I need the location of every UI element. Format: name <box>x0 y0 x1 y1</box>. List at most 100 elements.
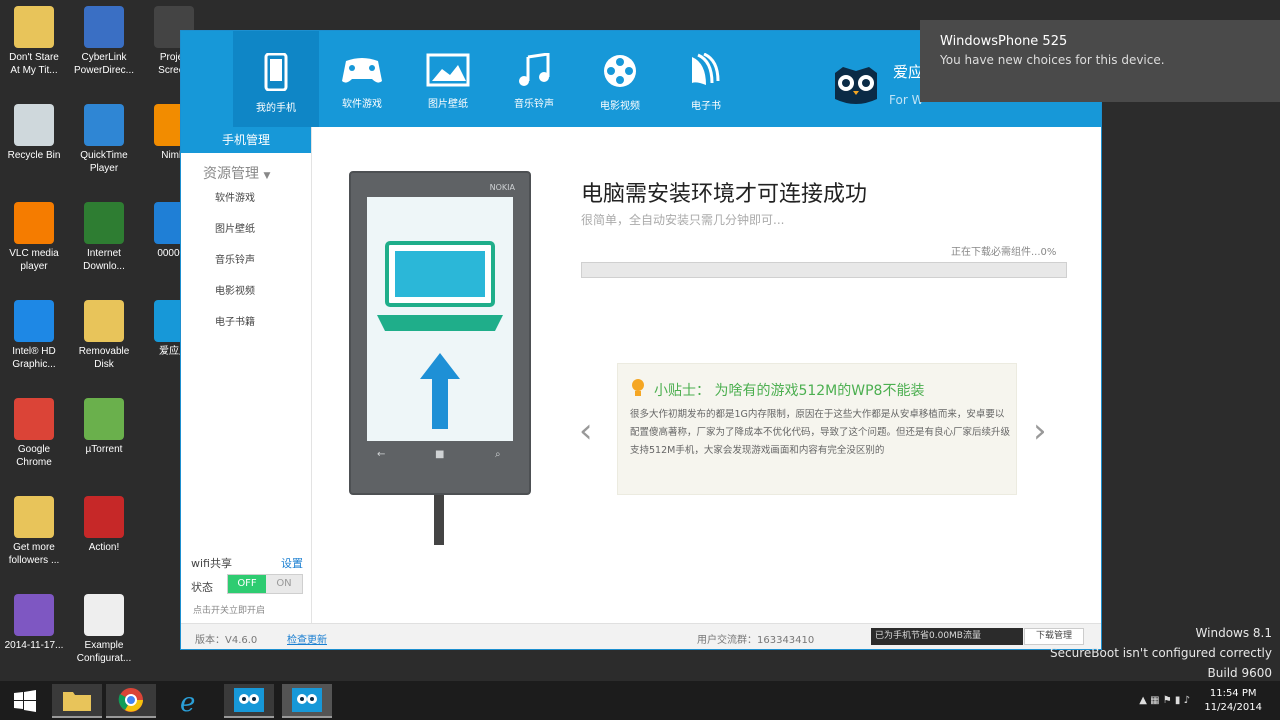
phone-illustration: NOKIA ← ■ ⌕ <box>349 171 531 495</box>
idm-icon <box>84 202 124 244</box>
document-icon <box>84 594 124 636</box>
folder-icon <box>63 692 91 711</box>
desktop-icon-label: CyberLink PowerDirec... <box>73 52 134 76</box>
nav-video[interactable]: 电影视频 <box>577 31 663 127</box>
download-progress-bar <box>581 262 1067 278</box>
os-watermark-line2: SecureBoot isn't configured correctly <box>1050 646 1272 660</box>
taskbar-ie[interactable]: e <box>166 684 216 718</box>
taskbar-clock[interactable]: 11:54 PM 11/24/2014 <box>1204 687 1262 715</box>
sidebar-item-pictures[interactable]: 图片壁纸 <box>181 214 311 245</box>
music-icon <box>519 53 550 86</box>
tray-signal-icon: ▮ <box>1174 695 1181 706</box>
phone-screen <box>367 197 513 441</box>
nav-label: 我的手机 <box>256 103 296 114</box>
desktop-icon[interactable]: VLC media player <box>0 202 68 273</box>
desktop-icon-label: QuickTime Player <box>80 150 128 174</box>
status-bar: 版本：V4.6.0 检查更新 用户交流群：163343410 已为手机节省0.0… <box>181 623 1101 649</box>
desktop-icon[interactable]: QuickTime Player <box>70 104 138 175</box>
laptop-upload-icon <box>377 241 503 429</box>
nav-my-phone[interactable]: 我的手机 <box>233 31 319 127</box>
image-file-icon <box>14 594 54 636</box>
start-button[interactable] <box>0 684 50 718</box>
chevron-down-icon: ▼ <box>263 171 271 181</box>
tray-flag-icon: ⚑ <box>1162 695 1172 706</box>
desktop-icon[interactable]: Don't Stare At My Tit... <box>0 6 68 77</box>
sidebar-item-music[interactable]: 音乐铃声 <box>181 245 311 276</box>
check-update-link[interactable]: 检查更新 <box>287 631 327 646</box>
utorrent-icon <box>84 398 124 440</box>
system-tray[interactable]: ▲ ▦ ⚑ ▮ ♪ <box>1139 695 1190 706</box>
desktop-icon-label: Removable Disk <box>78 346 130 370</box>
desktop-icon[interactable]: CyberLink PowerDirec... <box>70 6 138 77</box>
desktop-icon-label: Don't Stare At My Tit... <box>9 52 59 76</box>
nav-games[interactable]: 软件游戏 <box>319 31 405 127</box>
desktop-icon-label: Recycle Bin <box>7 150 61 161</box>
book-icon <box>692 53 720 85</box>
sidebar-item-games[interactable]: 软件游戏 <box>181 183 311 214</box>
toggle-off: OFF <box>228 575 266 593</box>
next-arrow[interactable]: › <box>1033 411 1047 451</box>
sidebar-phone-management[interactable]: 手机管理 <box>181 127 311 153</box>
desktop-icon[interactable]: Intel® HD Graphic... <box>0 300 68 371</box>
wifi-share-label: wifi共享 <box>191 557 232 570</box>
install-title: 电脑需安装环境才可连接成功 <box>581 182 868 207</box>
intel-icon <box>14 300 54 342</box>
desktop-icon-label: VLC media player <box>9 248 59 272</box>
removable-disk-icon <box>84 300 124 342</box>
tip-body: 很多大作初期发布的都是1G内存限制，原因在于这些大作都是从安卓移植而来，安卓要以… <box>630 409 1011 456</box>
sidebar: 手机管理 资源管理 ▼ 软件游戏 图片壁纸 音乐铃声 电影视频 电子书籍 wif… <box>181 127 312 623</box>
taskbar: e ▲ ▦ ⚑ ▮ ♪ 11:54 PM 11/24/2014 <box>0 681 1280 720</box>
desktop-icon[interactable]: Get more followers ... <box>0 496 68 567</box>
nav-pictures[interactable]: 图片壁纸 <box>405 31 491 127</box>
nav-label: 音乐铃声 <box>514 99 554 110</box>
sidebar-resource-management[interactable]: 资源管理 ▼ <box>181 153 311 183</box>
desktop-icon[interactable]: Recycle Bin <box>0 104 68 162</box>
nav-label: 电影视频 <box>600 101 640 112</box>
download-status: 正在下载必需组件...0% <box>951 247 1057 258</box>
desktop-icon-label: Google Chrome <box>16 444 52 468</box>
sidebar-item-video[interactable]: 电影视频 <box>181 276 311 307</box>
toggle-on: ON <box>276 578 292 589</box>
taskbar-file-explorer[interactable] <box>52 684 102 718</box>
usb-cable <box>434 495 444 545</box>
recycle-bin-icon <box>14 104 54 146</box>
desktop-icon[interactable]: Example Configurat... <box>70 594 138 665</box>
tip-card: 小贴士： 为啥有的游戏512M的WP8不能装 很多大作初期发布的都是1G内存限制… <box>617 363 1017 495</box>
clock-time: 11:54 PM <box>1209 688 1257 699</box>
aiyingyong-window: 我的手机 软件游戏 图片壁纸 音乐铃声 电影视频 电子书 爱应用PC版 <box>180 30 1102 650</box>
wifi-hint: 点击开关立即开启 <box>193 606 266 616</box>
taskbar-aiyingyong-2[interactable] <box>282 684 332 718</box>
desktop-icon[interactable]: Removable Disk <box>70 300 138 371</box>
tray-arrow-icon: ▲ <box>1139 695 1147 706</box>
taskbar-aiyingyong-1[interactable] <box>224 684 274 718</box>
nav-music[interactable]: 音乐铃声 <box>491 31 577 127</box>
folder-icon <box>14 496 54 538</box>
download-manager-button[interactable]: 下载管理 <box>1024 628 1084 645</box>
device-notification[interactable]: WindowsPhone 525 You have new choices fo… <box>920 20 1280 102</box>
nav-ebook[interactable]: 电子书 <box>663 31 749 127</box>
desktop-icon[interactable]: Action! <box>70 496 138 554</box>
owl-logo-icon <box>835 67 877 104</box>
phone-brand: NOKIA <box>489 183 515 192</box>
vlc-icon <box>14 202 54 244</box>
lightbulb-icon <box>632 379 644 396</box>
internet-explorer-icon: e <box>180 688 195 715</box>
notification-message: You have new choices for this device. <box>940 53 1165 67</box>
taskbar-chrome[interactable] <box>106 684 156 718</box>
install-subtitle: 很简单，全自动安装只需几分钟即可... <box>581 213 785 227</box>
action-icon <box>84 496 124 538</box>
phone-nav-keys: ← ■ ⌕ <box>367 449 513 465</box>
desktop-icon[interactable]: 2014-11-17... <box>0 594 68 652</box>
version-label: 版本：V4.6.0 <box>195 635 258 646</box>
svg-text:e: e <box>180 688 195 715</box>
desktop-icon-label: Internet Downlo... <box>83 248 125 272</box>
desktop-icon[interactable]: µTorrent <box>70 398 138 456</box>
wifi-settings-link[interactable]: 设置 <box>281 555 303 571</box>
prev-arrow[interactable]: ‹ <box>579 411 593 451</box>
film-reel-icon <box>604 55 636 87</box>
wifi-toggle[interactable]: OFF ON <box>227 574 303 594</box>
desktop-icon-label: Action! <box>88 542 120 553</box>
sidebar-item-ebooks[interactable]: 电子书籍 <box>181 307 311 338</box>
desktop-icon[interactable]: Google Chrome <box>0 398 68 469</box>
desktop-icon[interactable]: Internet Downlo... <box>70 202 138 273</box>
